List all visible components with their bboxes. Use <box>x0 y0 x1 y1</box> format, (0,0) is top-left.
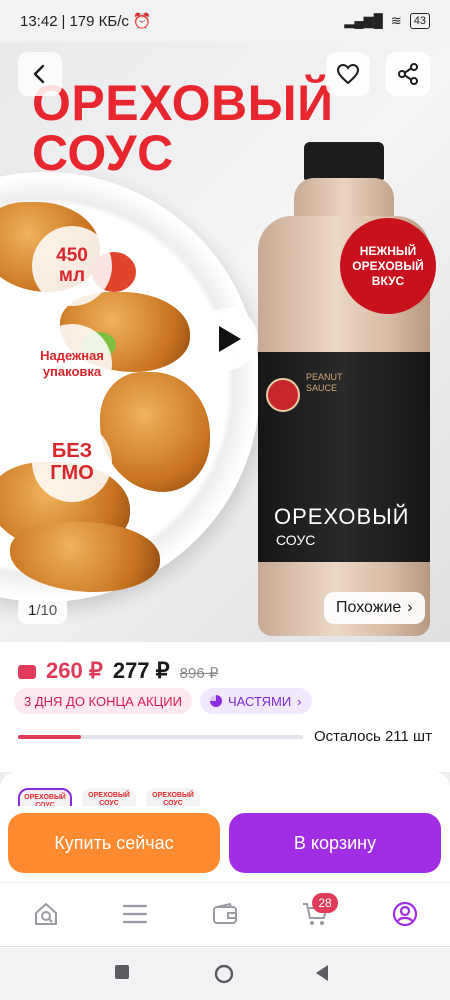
bottom-navigation: 28 <box>0 882 450 948</box>
alarm-icon: ⏰ <box>132 13 152 30</box>
card-price: 260 ₽ <box>46 658 103 683</box>
home-search-icon <box>35 903 57 925</box>
similar-products-button[interactable]: Похожие › <box>324 592 425 624</box>
stock-progress-fill <box>18 735 81 739</box>
page-current: 1 <box>28 601 37 619</box>
page-total: 10 <box>40 601 58 619</box>
label-peanut-text: PEANUT SAUCE <box>306 372 343 394</box>
similar-label: Похожие <box>336 599 402 616</box>
packaging-line1: Надежная <box>40 348 104 363</box>
status-bar: 13:42 | 179 КБ/с ⏰ ▂▄▆█ ≋ 43 <box>0 0 450 42</box>
label-product-sub: СОУС <box>276 532 316 548</box>
nav-home[interactable] <box>31 899 61 929</box>
status-left: 13:42 | 179 КБ/с ⏰ <box>20 12 152 31</box>
add-to-cart-button[interactable]: В корзину <box>229 813 441 873</box>
stock-remaining: Осталось 211 шт <box>314 728 432 745</box>
price-row: 260 ₽ 277 ₽ 896 ₽ <box>18 658 218 684</box>
image-page-counter: 1 / 10 <box>18 596 68 624</box>
chevron-right-icon: › <box>407 599 413 616</box>
wifi-icon: ≋ <box>390 13 402 28</box>
status-right: ▂▄▆█ ≋ 43 <box>344 13 430 29</box>
nav-wallet[interactable] <box>210 899 240 929</box>
price-section: 260 ₽ 277 ₽ 896 ₽ 3 ДНЯ ДО КОНЦА АКЦИИ Ч… <box>0 642 450 772</box>
hero-title-line1: ОРЕХОВЫЙ <box>32 75 334 131</box>
volume-unit: мл <box>58 265 86 286</box>
system-back-button[interactable] <box>314 964 334 984</box>
triangle-back-icon <box>316 965 328 981</box>
sauce-bottle-image: PEANUT SAUCE ОРЕХОВЫЙ СОУС <box>258 142 430 642</box>
buy-now-button[interactable]: Купить сейчас <box>8 813 220 873</box>
tag-line2: ОРЕХОВЫЙ <box>352 258 424 273</box>
system-home-button[interactable] <box>214 964 234 984</box>
chevron-left-icon <box>33 64 45 84</box>
cart-count-badge: 28 <box>312 893 338 913</box>
installments-icon <box>209 695 222 707</box>
wallet-card-icon <box>18 665 36 679</box>
label-sauce: SAUCE <box>306 383 338 393</box>
system-navigation-bar <box>0 948 450 1000</box>
status-time: 13:42 <box>20 12 58 30</box>
promo-chip-label: 3 ДНЯ ДО КОНЦА АКЦИИ <box>24 693 182 709</box>
battery-indicator: 43 <box>409 13 430 29</box>
purchase-actions: Купить сейчас В корзину <box>0 806 450 882</box>
volume-bubble: 450 мл <box>32 226 112 306</box>
profile-icon <box>392 901 418 927</box>
circle-icon <box>214 964 234 984</box>
wallet-icon <box>213 902 237 924</box>
signal-icon: ▂▄▆█ <box>344 13 383 28</box>
gmo-line1: БЕЗ <box>51 440 93 462</box>
regular-price: 277 ₽ <box>112 658 170 683</box>
nav-profile[interactable] <box>390 899 420 929</box>
catalog-menu-icon <box>122 904 148 924</box>
packaging-line2: упаковка <box>42 364 102 379</box>
bottle-cap <box>304 142 384 180</box>
label-product-name: ОРЕХОВЫЙ <box>274 504 410 529</box>
label-peanut: PEANUT <box>306 372 343 382</box>
brand-seal-icon <box>266 378 300 412</box>
installments-label: ЧАСТЯМИ <box>227 693 292 709</box>
product-image-gallery[interactable]: ОРЕХОВЫЙ СОУС 450 мл Надежная упаковка БЕЗ… <box>0 42 450 642</box>
share-icon <box>398 63 418 85</box>
old-price: 896 ₽ <box>179 665 219 682</box>
volume-value: 450 <box>56 245 88 266</box>
back-button[interactable] <box>18 52 62 96</box>
stock-progress-bar <box>18 735 303 739</box>
recent-apps-button[interactable] <box>114 964 134 984</box>
promo-chips: 3 ДНЯ ДО КОНЦА АКЦИИ ЧАСТЯМИ › <box>14 688 312 714</box>
installments-chip[interactable]: ЧАСТЯМИ › <box>199 688 312 714</box>
gmo-line2: ГМО <box>50 462 94 484</box>
status-speed: 179 КБ/с <box>69 12 129 30</box>
taste-tag: НЕЖНЫЙ ОРЕХОВЫЙ ВКУС <box>340 218 436 314</box>
favorite-button[interactable] <box>326 52 370 96</box>
square-icon <box>115 965 129 979</box>
bottle-label: PEANUT SAUCE ОРЕХОВЫЙ СОУС <box>258 352 430 562</box>
share-button[interactable] <box>386 52 430 96</box>
play-icon <box>219 326 241 352</box>
gmo-free-bubble: БЕЗ ГМО <box>32 422 112 502</box>
play-video-button[interactable] <box>196 308 258 370</box>
status-separator: | <box>61 12 66 30</box>
nav-divider <box>0 946 450 947</box>
tag-line1: НЕЖНЫЙ <box>359 243 417 258</box>
nav-catalog[interactable] <box>120 899 150 929</box>
promo-countdown-chip: 3 ДНЯ ДО КОНЦА АКЦИИ <box>14 688 192 714</box>
packaging-bubble: Надежная упаковка <box>32 324 112 404</box>
tag-line3: ВКУС <box>371 273 405 288</box>
heart-icon <box>336 63 360 85</box>
chevron-right-icon: › <box>297 693 302 709</box>
